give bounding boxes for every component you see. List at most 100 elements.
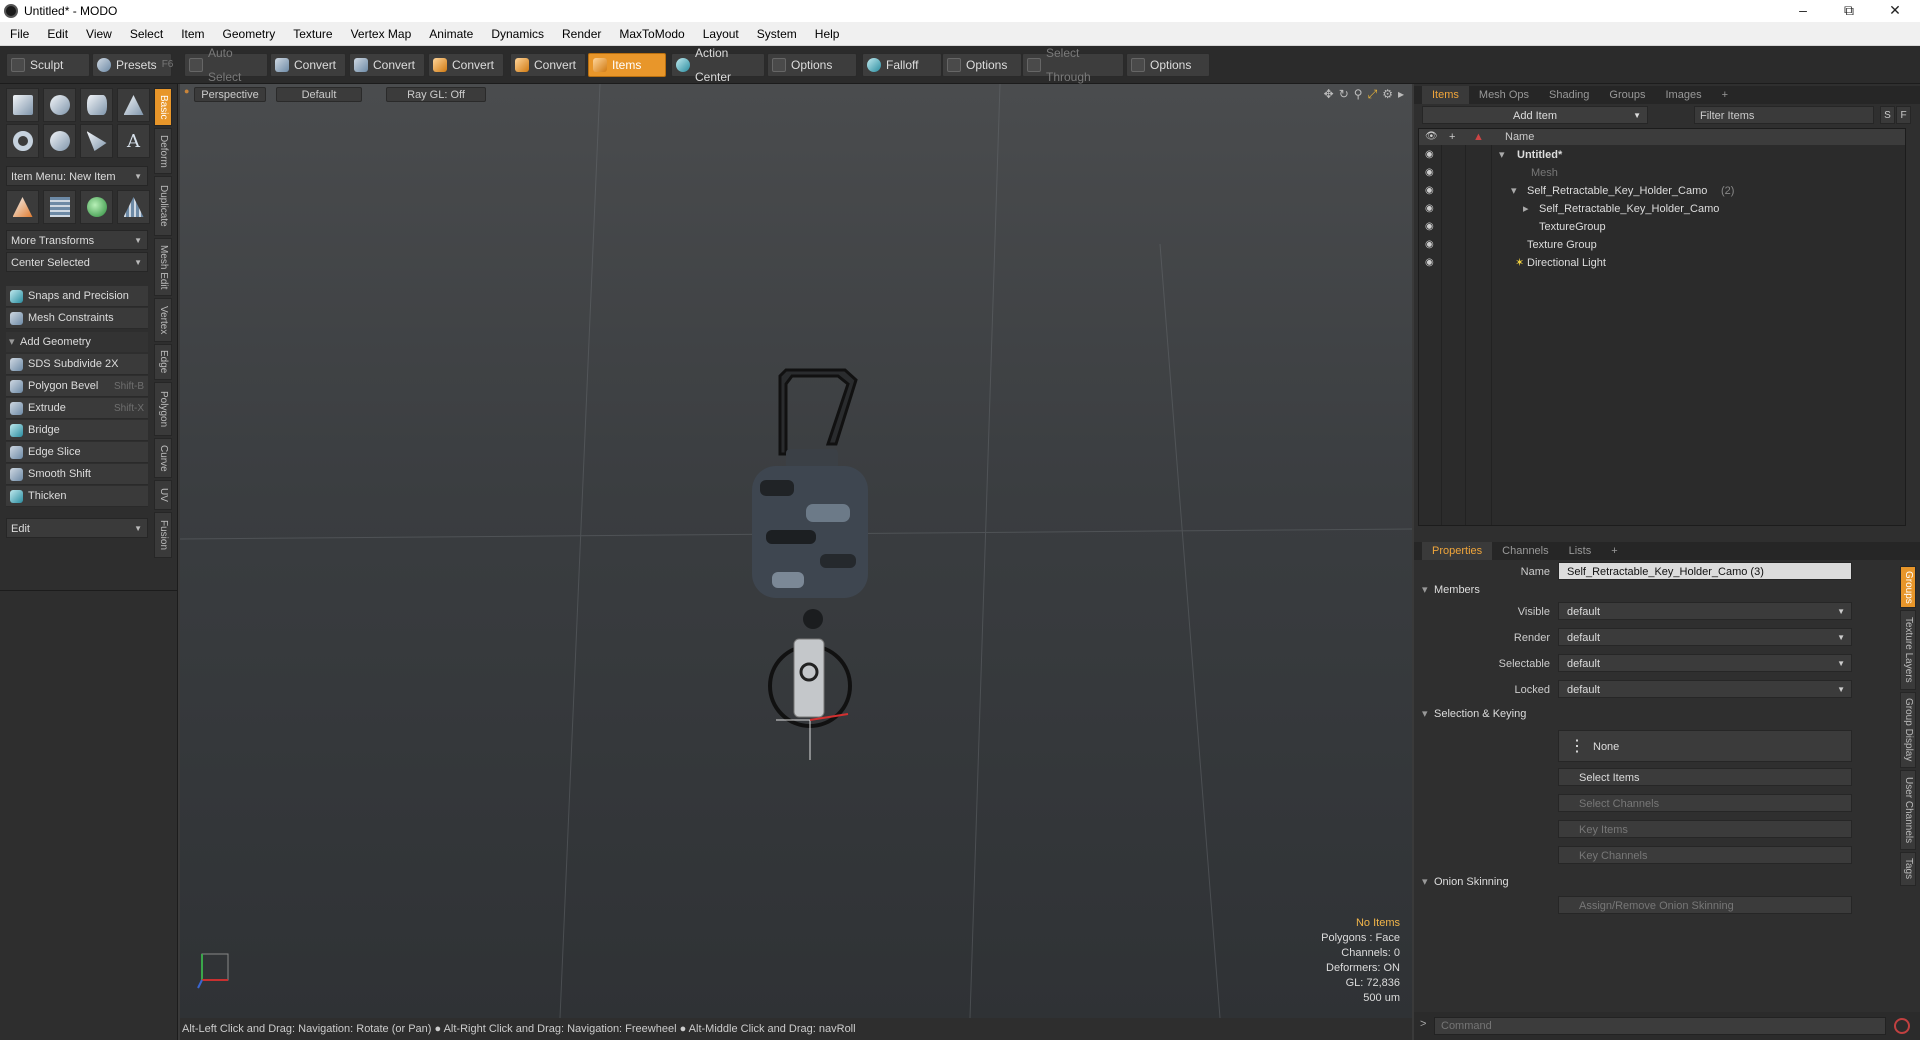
sculpt-button[interactable]: Sculpt (6, 53, 90, 77)
collapsed-arrow-icon[interactable]: ▸ (1523, 200, 1529, 218)
gear-icon[interactable]: ⚙ (1382, 87, 1393, 102)
members-section[interactable]: Members (1422, 580, 1906, 600)
menu-vertex-map[interactable]: Vertex Map (342, 22, 421, 46)
torus-primitive-button[interactable] (6, 124, 39, 158)
eye-icon[interactable]: ◉ (1425, 221, 1437, 233)
tab-texture-layers[interactable]: Texture Layers (1900, 610, 1916, 690)
convert-edges-button[interactable]: Convert (349, 53, 425, 77)
mesh-constraints-button[interactable]: Mesh Constraints (6, 308, 148, 329)
presets-button[interactable]: Presets F6 (92, 53, 173, 77)
menu-view[interactable]: View (77, 22, 121, 46)
text-primitive-button[interactable]: A (117, 124, 150, 158)
pan-icon[interactable]: ✥ (1324, 87, 1334, 102)
tab-duplicate[interactable]: Duplicate (154, 176, 172, 236)
render-select[interactable]: default ▼ (1558, 628, 1852, 646)
eye-icon[interactable]: ◉ (1425, 149, 1437, 161)
menu-render[interactable]: Render (553, 22, 610, 46)
raygl-button[interactable]: Ray GL: Off (386, 87, 486, 102)
wedge-primitive-button[interactable] (80, 124, 113, 158)
tab-tags[interactable]: Tags (1900, 852, 1916, 886)
add-tab-button[interactable]: + (1601, 542, 1627, 560)
tab-deform[interactable]: Deform (154, 128, 172, 174)
tab-channels[interactable]: Channels (1492, 542, 1558, 560)
locked-select[interactable]: default ▼ (1558, 680, 1852, 698)
eye-icon[interactable]: ◉ (1425, 203, 1437, 215)
menu-animate[interactable]: Animate (420, 22, 482, 46)
tree-row-texture-group[interactable]: ◉ Texture Group (1419, 236, 1905, 254)
add-item-button[interactable]: Add Item ▼ (1422, 106, 1648, 124)
expand-arrow-icon[interactable]: ▾ (1511, 182, 1517, 200)
filter-items-input[interactable]: Filter Items (1694, 106, 1874, 124)
close-icon[interactable]: ✕ (1872, 0, 1918, 22)
sds-subdivide-button[interactable]: SDS Subdivide 2X (6, 354, 148, 375)
more-transforms-dropdown[interactable]: More Transforms ▼ (6, 230, 148, 250)
maximize-view-icon[interactable]: ⤢ (1368, 87, 1378, 102)
menu-select[interactable]: Select (121, 22, 172, 46)
auto-select-button[interactable]: Auto Select (184, 46, 268, 84)
onion-skinning-section[interactable]: Onion Skinning (1422, 872, 1906, 892)
convert-items-button[interactable]: Convert (510, 53, 586, 77)
tab-mesh-edit[interactable]: Mesh Edit (154, 238, 172, 296)
tree-row-mesh[interactable]: ◉ Mesh (1419, 164, 1905, 182)
tab-polygon[interactable]: Polygon (154, 382, 172, 436)
tab-properties[interactable]: Properties (1422, 542, 1493, 560)
menu-file[interactable]: File (0, 22, 38, 46)
pyramid-tool-button[interactable] (117, 190, 150, 224)
eye-icon[interactable]: ◉ (1425, 239, 1437, 251)
selectable-select[interactable]: default ▼ (1558, 654, 1852, 672)
tab-edge[interactable]: Edge (154, 344, 172, 380)
tab-user-channels[interactable]: User Channels (1900, 770, 1916, 850)
cube-primitive-button[interactable] (6, 88, 39, 122)
rotate-icon[interactable]: ↻ (1339, 87, 1349, 102)
falloff-button[interactable]: Falloff (862, 53, 942, 77)
viewport-menu-dot-icon[interactable]: ● (184, 86, 189, 96)
tree-row-texturegroup[interactable]: ◉ TextureGroup (1419, 218, 1905, 236)
select-through-button[interactable]: Select Through (1022, 46, 1124, 84)
key-items-button[interactable]: Key Items (1558, 820, 1852, 838)
action-center-button[interactable]: Action Center (671, 46, 765, 84)
command-input[interactable] (1434, 1017, 1886, 1035)
none-button[interactable]: ⋮ None (1558, 730, 1852, 762)
tab-curve[interactable]: Curve (154, 438, 172, 478)
s-toggle-button[interactable]: S (1880, 106, 1895, 124)
tab-lists[interactable]: Lists (1559, 542, 1602, 560)
tab-images[interactable]: Images (1656, 86, 1712, 104)
record-icon[interactable] (1894, 1018, 1910, 1034)
action-center-options-button[interactable]: Options (767, 53, 857, 77)
tab-items[interactable]: Items (1422, 86, 1469, 104)
name-input[interactable]: Self_Retractable_Key_Holder_Camo (3) (1558, 562, 1852, 580)
visible-select[interactable]: default ▼ (1558, 602, 1852, 620)
center-selected-dropdown[interactable]: Center Selected ▼ (6, 252, 148, 272)
edit-dropdown[interactable]: Edit ▼ (6, 518, 148, 538)
maximize-icon[interactable]: ⧉ (1826, 0, 1872, 22)
tree-row-mesh-item[interactable]: ◉ ▸ Self_Retractable_Key_Holder_Camo (1419, 200, 1905, 218)
select-channels-button[interactable]: Select Channels (1558, 794, 1852, 812)
tree-row-directional-light[interactable]: ◉ ✶ Directional Light (1419, 254, 1905, 272)
eye-icon[interactable]: ◉ (1425, 257, 1437, 269)
sphere-primitive-button[interactable] (43, 88, 76, 122)
tab-groups-side[interactable]: Groups (1900, 566, 1916, 608)
menu-edit[interactable]: Edit (38, 22, 77, 46)
grid-tool-button[interactable] (43, 190, 76, 224)
cone-primitive-button[interactable] (117, 88, 150, 122)
tab-uv[interactable]: UV (154, 480, 172, 510)
zoom-icon[interactable]: ⚲ (1354, 87, 1363, 102)
tab-groups[interactable]: Groups (1599, 86, 1655, 104)
tab-basic[interactable]: Basic (154, 88, 172, 126)
tab-vertex[interactable]: Vertex (154, 298, 172, 342)
shading-default-button[interactable]: Default (276, 87, 362, 102)
select-through-options-button[interactable]: Options (1126, 53, 1210, 77)
selection-keying-section[interactable]: Selection & Keying (1422, 704, 1906, 724)
menu-maxtomodo[interactable]: MaxToModo (610, 22, 693, 46)
tab-group-display[interactable]: Group Display (1900, 692, 1916, 768)
add-geometry-header[interactable]: ▾ Add Geometry (6, 332, 148, 352)
transform-tool-button[interactable] (6, 190, 39, 224)
bridge-button[interactable]: Bridge (6, 420, 148, 441)
extrude-button[interactable]: Extrude Shift-X (6, 398, 148, 419)
capsule-primitive-button[interactable] (43, 124, 76, 158)
items-mode-button[interactable]: Items (588, 53, 666, 77)
cylinder-primitive-button[interactable] (80, 88, 113, 122)
tree-row-group[interactable]: ◉ ▾ Self_Retractable_Key_Holder_Camo (2) (1419, 182, 1905, 200)
edge-slice-button[interactable]: Edge Slice (6, 442, 148, 463)
eye-icon[interactable]: ◉ (1425, 167, 1437, 179)
